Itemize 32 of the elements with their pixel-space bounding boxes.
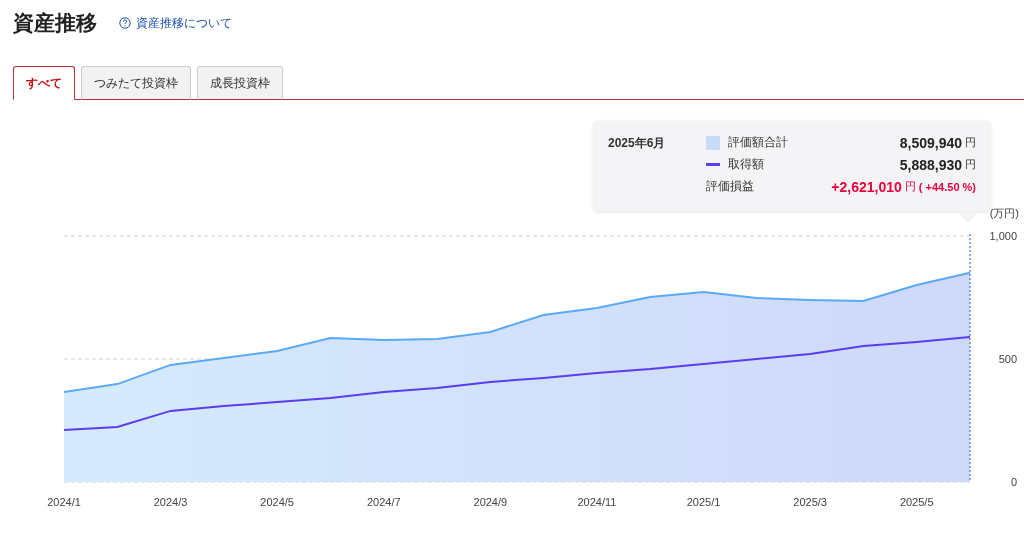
x-tick-label: 2024/3 <box>153 496 188 508</box>
tooltip-label: 評価額合計 <box>728 134 789 151</box>
currency-unit: 円 <box>904 179 916 194</box>
profit-percent: ( +44.50 %) <box>918 180 976 193</box>
x-tick-label: 2025/3 <box>793 496 827 508</box>
x-tick-label: 2024/5 <box>260 496 294 508</box>
y-tick-label: 500 <box>998 353 1017 365</box>
page-title: 資産推移 <box>13 10 97 36</box>
x-tick-label: 2024/9 <box>473 496 508 508</box>
y-tick-label: 0 <box>1010 476 1017 488</box>
help-icon <box>119 17 131 29</box>
tab[interactable]: すべて <box>13 66 75 100</box>
tooltip-label: 取得額 <box>728 156 765 173</box>
x-tick-label: 2025/1 <box>686 496 721 508</box>
x-tick-label: 2024/11 <box>577 496 617 508</box>
currency-unit: 円 <box>965 157 976 172</box>
x-tick-label: 2024/7 <box>366 496 401 508</box>
tooltip-value: 5,888,930 <box>899 156 962 173</box>
y-axis-unit: (万円) <box>989 207 1019 219</box>
tooltip-label: 評価損益 <box>706 178 755 195</box>
y-tick-label: 1,000 <box>989 230 1017 242</box>
tooltip-value: +2,621,010 <box>831 178 902 195</box>
currency-unit: 円 <box>965 135 976 150</box>
tab[interactable]: つみたて投資枠 <box>81 66 191 100</box>
tooltip-value: 8,509,940 <box>899 134 962 151</box>
x-tick-label: 2024/1 <box>47 496 81 508</box>
tab[interactable]: 成長投資枠 <box>197 66 283 100</box>
help-link[interactable]: 資産推移について <box>119 14 232 32</box>
line-legend-icon <box>706 163 720 166</box>
tooltip-date: 2025年6月 <box>608 135 667 152</box>
area-legend-icon <box>706 135 720 150</box>
x-tick-label: 2025/5 <box>899 496 934 508</box>
